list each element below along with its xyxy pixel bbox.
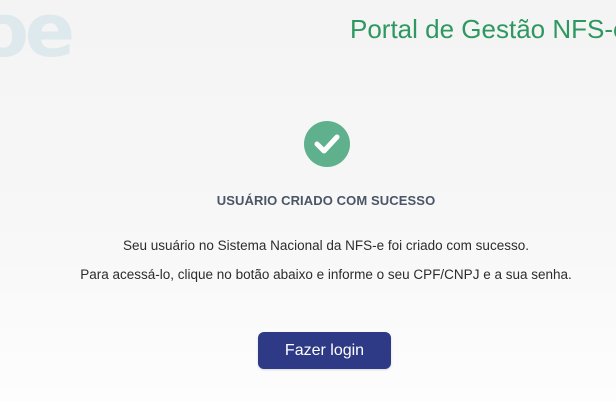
success-heading: USUÁRIO CRIADO COM SUCESSO bbox=[216, 193, 436, 208]
login-button[interactable]: Fazer login bbox=[258, 332, 391, 369]
page-title: Portal de Gestão NFS-e bbox=[350, 14, 616, 44]
success-message: Seu usuário no Sistema Nacional da NFS-e… bbox=[123, 238, 529, 253]
checkmark-icon bbox=[314, 134, 340, 154]
logo-watermark: oe bbox=[0, 0, 75, 74]
check-circle-icon bbox=[304, 121, 350, 167]
instructions-message: Para acessá-lo, clique no botão abaixo e… bbox=[80, 267, 572, 282]
